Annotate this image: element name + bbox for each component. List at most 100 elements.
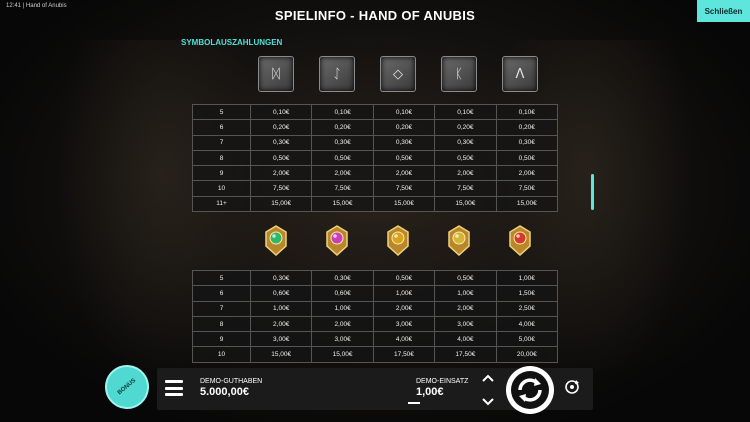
green-amulet-icon bbox=[258, 222, 294, 258]
table-row: 7 1,00€ 1,00€ 2,00€ 2,00€ 2,50€ bbox=[192, 300, 559, 317]
page-title: SPIELINFO - HAND OF ANUBIS bbox=[274, 8, 476, 23]
payout-cell: 2,00€ bbox=[434, 165, 497, 182]
payout-cell: 3,00€ bbox=[434, 315, 497, 333]
payout-cell: 1,00€ bbox=[372, 285, 436, 302]
table-row: 6 0,20€ 0,20€ 0,20€ 0,20€ 0,20€ bbox=[192, 119, 559, 136]
payout-cell: 20,00€ bbox=[495, 346, 559, 363]
symbol-count-cell: 6 bbox=[192, 285, 251, 302]
stake-up-icon[interactable] bbox=[481, 374, 495, 383]
eye-pyramid-icon bbox=[380, 222, 416, 258]
payout-cell: 0,50€ bbox=[434, 149, 497, 167]
payout-cell: 2,00€ bbox=[249, 315, 313, 333]
payout-cell: 0,30€ bbox=[249, 269, 313, 287]
payout-cell: 0,30€ bbox=[434, 134, 497, 151]
payout-cell: 0,10€ bbox=[311, 103, 374, 121]
stake-label: DEMO-EINSATZ bbox=[416, 378, 469, 385]
payout-cell: 0,50€ bbox=[372, 149, 436, 167]
symbol-glyph: ᛞ bbox=[272, 66, 280, 82]
symbol-count-cell: 10 bbox=[192, 346, 251, 363]
symbol-count-cell: 10 bbox=[192, 180, 251, 197]
payout-cell: 2,00€ bbox=[311, 315, 374, 333]
table-row: 10 7,50€ 7,50€ 7,50€ 7,50€ 7,50€ bbox=[192, 180, 559, 197]
payout-cell: 7,50€ bbox=[311, 180, 374, 197]
payout-cell: 0,10€ bbox=[372, 103, 436, 121]
payout-cell: 5,00€ bbox=[495, 331, 559, 348]
symbol-count-cell: 5 bbox=[192, 269, 251, 287]
payout-cell: 2,00€ bbox=[372, 165, 436, 182]
payout-cell: 17,50€ bbox=[434, 346, 497, 363]
payout-cell: 0,50€ bbox=[372, 269, 436, 287]
autoplay-icon[interactable] bbox=[563, 378, 581, 396]
payout-cell: 0,30€ bbox=[372, 134, 436, 151]
stake-value: 1,00€ bbox=[416, 386, 444, 398]
payout-cell: 0,20€ bbox=[495, 119, 559, 136]
game-info-screen: 12:41 | Hand of Anubis SPIELINFO - HAND … bbox=[0, 0, 750, 422]
payout-cell: 15,00€ bbox=[311, 195, 374, 213]
stake-down-icon[interactable] bbox=[481, 397, 495, 406]
paytable-high-symbols: 5 0,30€ 0,30€ 0,50€ 0,50€ 1,00€ 6 0,60€ 0,60€ 1,0… bbox=[192, 269, 559, 363]
table-row: 5 0,10€ 0,10€ 0,10€ 0,10€ 0,10€ bbox=[192, 103, 559, 121]
payout-cell: 7,50€ bbox=[495, 180, 559, 197]
symbol-count-cell: 8 bbox=[192, 149, 251, 167]
payout-cell: 1,50€ bbox=[495, 285, 559, 302]
table-row: 8 0,50€ 0,50€ 0,50€ 0,50€ 0,50€ bbox=[192, 149, 559, 167]
payout-cell: 15,00€ bbox=[495, 195, 559, 213]
rune-j-icon: ᛇ bbox=[319, 56, 355, 92]
table-row: 6 0,60€ 0,60€ 1,00€ 1,00€ 1,50€ bbox=[192, 285, 559, 302]
payout-cell: 15,00€ bbox=[372, 195, 436, 213]
table-row: 11+ 15,00€ 15,00€ 15,00€ 15,00€ 15,00€ bbox=[192, 195, 559, 213]
payout-cell: 7,50€ bbox=[249, 180, 313, 197]
symbol-glyph: Λ bbox=[515, 66, 525, 82]
rune-k-icon: ᛕ bbox=[441, 56, 477, 92]
symbol-count-cell: 7 bbox=[192, 134, 251, 151]
payout-cell: 0,30€ bbox=[311, 134, 374, 151]
symbol-count-cell: 7 bbox=[192, 300, 251, 317]
payout-cell: 15,00€ bbox=[249, 195, 313, 213]
ankh-icon bbox=[502, 222, 538, 258]
payout-cell: 0,60€ bbox=[311, 285, 374, 302]
payout-cell: 0,20€ bbox=[311, 119, 374, 136]
payout-cell: 1,00€ bbox=[249, 300, 313, 317]
payout-cell: 3,00€ bbox=[311, 331, 374, 348]
paytable-low-symbols: 5 0,10€ 0,10€ 0,10€ 0,10€ 0,10€ 6 0,20€ 0,20€ 0,2… bbox=[192, 103, 559, 213]
payout-cell: 3,00€ bbox=[249, 331, 313, 348]
stake-stepper bbox=[480, 374, 496, 406]
spin-icon bbox=[511, 371, 549, 409]
table-row: 8 2,00€ 2,00€ 3,00€ 3,00€ 4,00€ bbox=[192, 315, 559, 333]
payout-cell: 0,10€ bbox=[249, 103, 313, 121]
pink-scarab-icon bbox=[319, 222, 355, 258]
payout-cell: 0,50€ bbox=[311, 149, 374, 167]
payout-cell: 0,60€ bbox=[249, 285, 313, 302]
payout-cell: 0,30€ bbox=[249, 134, 313, 151]
spin-button[interactable] bbox=[506, 366, 554, 414]
section-title: SYMBOLAUSZAHLUNGEN bbox=[181, 38, 283, 47]
symbol-glyph: ᛇ bbox=[333, 66, 341, 82]
rune-10-icon: ᛞ bbox=[258, 56, 294, 92]
table-row: 7 0,30€ 0,30€ 0,30€ 0,30€ 0,30€ bbox=[192, 134, 559, 151]
payout-cell: 0,10€ bbox=[495, 103, 559, 121]
stake-underline bbox=[408, 402, 420, 404]
scrollbar-thumb[interactable] bbox=[591, 174, 594, 210]
payout-cell: 0,30€ bbox=[495, 134, 559, 151]
payout-cell: 15,00€ bbox=[249, 346, 313, 363]
close-button[interactable]: Schließen bbox=[697, 0, 750, 22]
payout-cell: 17,50€ bbox=[372, 346, 436, 363]
payout-cell: 4,00€ bbox=[495, 315, 559, 333]
payout-cell: 2,50€ bbox=[495, 300, 559, 317]
payout-cell: 0,50€ bbox=[249, 149, 313, 167]
rune-q-icon: ◇ bbox=[380, 56, 416, 92]
symbol-header-row-2 bbox=[258, 222, 538, 258]
payout-cell: 2,00€ bbox=[311, 165, 374, 182]
payout-cell: 1,00€ bbox=[495, 269, 559, 287]
symbol-count-cell: 9 bbox=[192, 331, 251, 348]
symbol-glyph: ◇ bbox=[393, 66, 403, 82]
payout-cell: 2,00€ bbox=[249, 165, 313, 182]
table-row: 9 3,00€ 3,00€ 4,00€ 4,00€ 5,00€ bbox=[192, 331, 559, 348]
payout-cell: 0,50€ bbox=[434, 269, 497, 287]
symbol-header-row-1: ᛞ ᛇ ◇ ᛕ Λ bbox=[258, 56, 538, 92]
menu-icon[interactable] bbox=[165, 380, 183, 396]
winged-gem-icon bbox=[441, 222, 477, 258]
payout-cell: 7,50€ bbox=[434, 180, 497, 197]
balance-label: DEMO-GUTHABEN bbox=[200, 378, 263, 385]
payout-cell: 1,00€ bbox=[434, 285, 497, 302]
